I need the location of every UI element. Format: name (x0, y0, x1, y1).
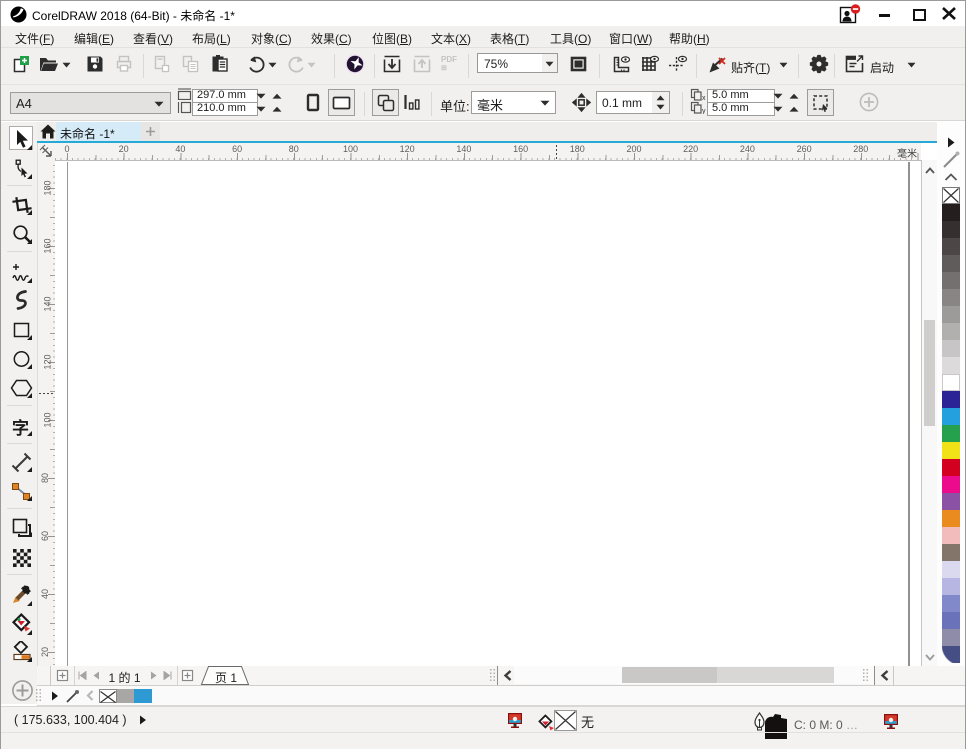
svg-text:y: y (702, 108, 706, 114)
